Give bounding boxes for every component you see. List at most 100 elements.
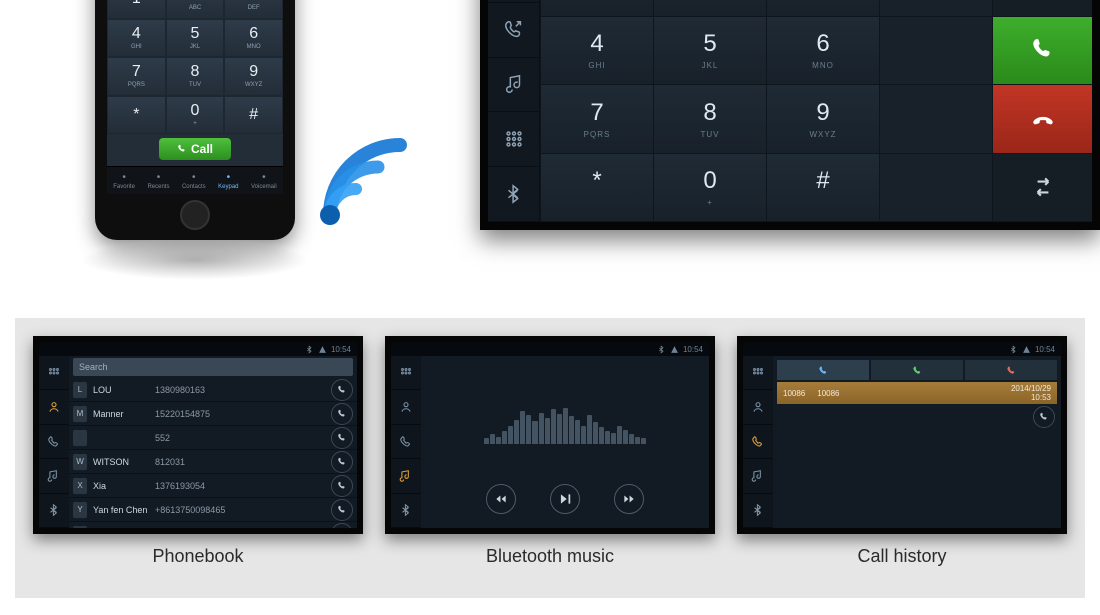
bt-settings-icon[interactable] [39, 494, 69, 528]
history-time: 10:53 [1031, 393, 1051, 402]
headunit-dialer: 1 2ABC3DEF 4GHI5JKL6MNO 7PQRS8TUV9WXYZ * 0+… [480, 0, 1100, 230]
status-bar: 10:54 [39, 342, 357, 356]
key-#[interactable]: # [766, 154, 879, 223]
bt-settings-icon[interactable] [488, 167, 540, 222]
call-button-label: Call [191, 142, 213, 156]
key-8[interactable]: 8TUV [166, 57, 225, 96]
call-button[interactable]: Call [159, 138, 231, 160]
call-log-icon[interactable] [488, 3, 540, 58]
key-*[interactable]: * [540, 154, 653, 223]
dialed-tab[interactable] [777, 360, 869, 380]
contact-row[interactable]: 552 [69, 426, 357, 450]
keypad-icon[interactable] [391, 356, 421, 390]
key-7[interactable]: 7PQRS [540, 85, 653, 154]
hangup-button[interactable] [992, 85, 1092, 154]
keypad-icon[interactable] [743, 356, 773, 390]
equalizer-graphic [484, 384, 645, 444]
contact-row[interactable]: XXia1376193054 [69, 474, 357, 498]
key-7[interactable]: 7PQRS [107, 57, 166, 96]
dial-button[interactable] [331, 427, 353, 449]
backspace-button[interactable] [992, 0, 1092, 17]
tab-contacts[interactable]: •Contacts [182, 172, 206, 190]
key-2[interactable]: 2ABC [653, 0, 766, 17]
contact-row[interactable]: ZZ1591744851 [69, 522, 357, 534]
spacer [879, 0, 992, 17]
tab-recents[interactable]: •Recents [147, 172, 169, 190]
caption: Bluetooth music [486, 546, 614, 567]
call-log-icon[interactable] [391, 425, 421, 459]
key-1[interactable]: 1 [540, 0, 653, 17]
dial-button[interactable] [331, 523, 353, 535]
history-number: 10086 [783, 389, 805, 398]
prev-track-button[interactable] [486, 484, 516, 514]
key-8[interactable]: 8TUV [653, 85, 766, 154]
key-2[interactable]: 2ABC [166, 0, 225, 19]
btmusic-screen: 10:54 [385, 336, 715, 534]
history-row[interactable]: 10086 10086 2014/10/29 10:53 [777, 382, 1057, 404]
bt-music-icon[interactable] [743, 459, 773, 493]
bt-settings-icon[interactable] [743, 494, 773, 528]
dial-button[interactable] [331, 451, 353, 473]
home-button[interactable] [180, 200, 210, 230]
clock: 10:54 [683, 345, 703, 354]
tab-voicemail[interactable]: •Voicemail [251, 172, 277, 190]
dial-button[interactable] [331, 403, 353, 425]
next-track-button[interactable] [614, 484, 644, 514]
key-6[interactable]: 6MNO [224, 19, 283, 58]
spacer [879, 154, 992, 223]
key-0[interactable]: 0+ [166, 96, 225, 135]
contact-row[interactable]: LLOU1380980163 [69, 378, 357, 402]
play-pause-button[interactable] [550, 484, 580, 514]
missed-tab[interactable] [965, 360, 1057, 380]
dial-button[interactable] [1033, 406, 1055, 428]
key-5[interactable]: 5JKL [653, 17, 766, 86]
contacts-icon[interactable] [39, 390, 69, 424]
dial-button[interactable] [331, 499, 353, 521]
dial-button[interactable] [331, 475, 353, 497]
answer-button[interactable] [992, 17, 1092, 86]
contact-row[interactable]: MManner15220154875 [69, 402, 357, 426]
key-4[interactable]: 4GHI [540, 17, 653, 86]
key-4[interactable]: 4GHI [107, 19, 166, 58]
call-log-icon[interactable] [743, 425, 773, 459]
history-screen: 10:54 10086 [737, 336, 1067, 534]
key-5[interactable]: 5JKL [166, 19, 225, 58]
bt-settings-icon[interactable] [391, 494, 421, 528]
bt-music-icon[interactable] [39, 459, 69, 493]
dial-button[interactable] [331, 379, 353, 401]
keypad-icon[interactable] [488, 112, 540, 167]
key-6[interactable]: 6MNO [766, 17, 879, 86]
key-9[interactable]: 9WXYZ [766, 85, 879, 154]
contact-row[interactable]: YYan fen Chen+8613750098465 [69, 498, 357, 522]
contact-row[interactable]: WWITSON812031 [69, 450, 357, 474]
tab-keypad[interactable]: •Keypad [218, 172, 238, 190]
spacer [879, 85, 992, 154]
history-date: 2014/10/29 [1011, 384, 1051, 393]
caption: Phonebook [152, 546, 243, 567]
key-*[interactable]: * [107, 96, 166, 135]
tab-favorite[interactable]: •Favorite [113, 172, 135, 190]
key-9[interactable]: 9WXYZ [224, 57, 283, 96]
received-tab[interactable] [871, 360, 963, 380]
clock: 10:54 [1035, 345, 1055, 354]
bluetooth-signal-icon [310, 115, 430, 235]
key-3[interactable]: 3DEF [766, 0, 879, 17]
key-3[interactable]: 3DEF [224, 0, 283, 19]
key-#[interactable]: # [224, 96, 283, 135]
bt-music-icon[interactable] [488, 58, 540, 113]
clock: 10:54 [331, 345, 351, 354]
swap-button[interactable] [992, 154, 1092, 223]
bt-music-icon[interactable] [391, 459, 421, 493]
caption: Call history [857, 546, 946, 567]
spacer [879, 17, 992, 86]
history-number: 10086 [817, 389, 839, 398]
keypad-icon[interactable] [39, 356, 69, 390]
search-input[interactable]: Search [73, 358, 353, 376]
phonebook-screen: 10:54 Search LLOU1380980163MManner152201… [33, 336, 363, 534]
feature-strip: 10:54 Search LLOU1380980163MManner152201… [15, 318, 1085, 598]
key-1[interactable]: 1 [107, 0, 166, 19]
contacts-icon[interactable] [743, 390, 773, 424]
key-0[interactable]: 0+ [653, 154, 766, 223]
call-log-icon[interactable] [39, 425, 69, 459]
contacts-icon[interactable] [391, 390, 421, 424]
